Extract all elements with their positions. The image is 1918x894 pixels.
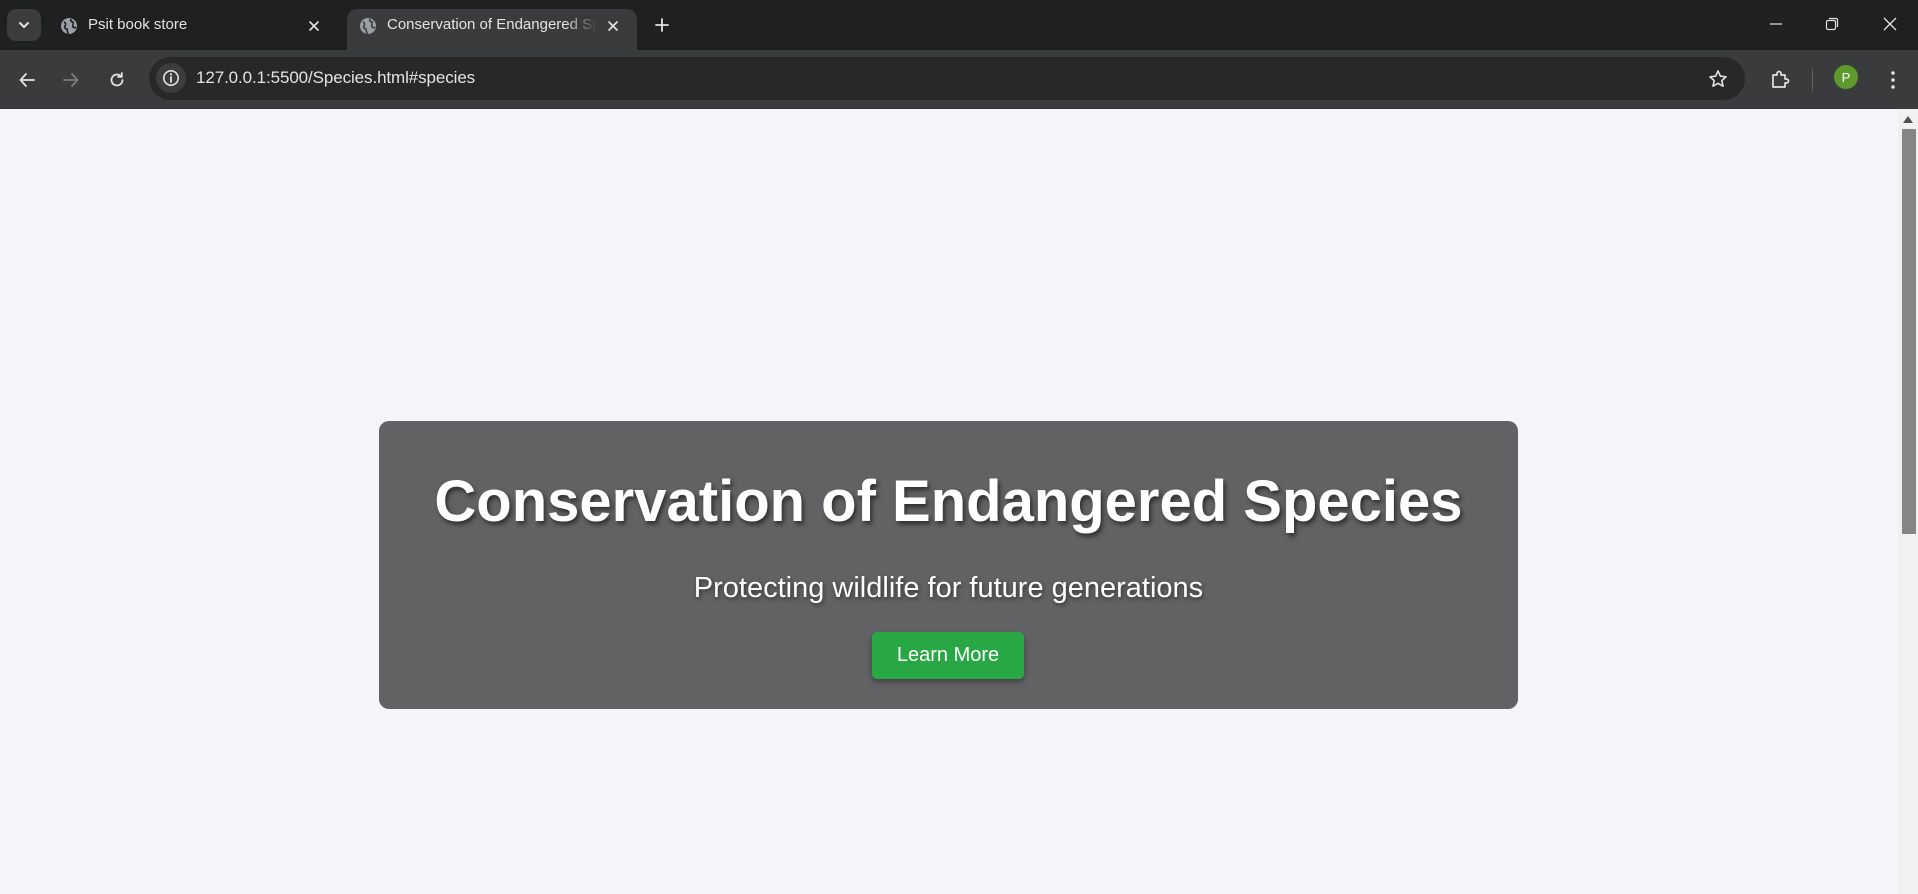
back-button[interactable]: [12, 65, 42, 95]
globe-icon: [61, 18, 77, 35]
minimize-button[interactable]: [1754, 6, 1798, 42]
tab-conservation[interactable]: Conservation of Endangered Species: [347, 9, 637, 50]
minimize-icon: [1770, 23, 1782, 25]
restore-icon: [1825, 17, 1839, 31]
arrow-left-icon: [19, 73, 35, 87]
extensions-button[interactable]: [1765, 65, 1795, 95]
menu-button[interactable]: [1878, 65, 1908, 95]
tab-strip: Psit book store Conservation of Endanger…: [0, 0, 1918, 50]
scroll-up-arrow[interactable]: [1898, 112, 1918, 126]
forward-button[interactable]: [56, 65, 86, 95]
tab-title: Psit book store: [88, 16, 188, 33]
bookmark-button[interactable]: [1707, 68, 1729, 90]
toolbar-divider: [1812, 69, 1813, 91]
url-text[interactable]: 127.0.0.1:5500/Species.html#species: [196, 68, 475, 88]
puzzle-icon: [1772, 70, 1790, 88]
learn-more-button[interactable]: Learn More: [872, 632, 1024, 679]
tab-title: Conservation of Endangered Species: [387, 16, 597, 33]
close-icon: [608, 21, 618, 31]
tab-search-button[interactable]: [7, 9, 41, 41]
restore-button[interactable]: [1810, 6, 1854, 42]
close-window-button[interactable]: [1868, 6, 1912, 42]
close-tab-button[interactable]: [603, 16, 623, 36]
chevron-down-icon: [19, 22, 29, 28]
reload-icon: [110, 72, 124, 87]
page-viewport: Conservation of Endangered Species Prote…: [0, 109, 1898, 894]
new-tab-button[interactable]: [650, 13, 674, 37]
scrollbar-thumb[interactable]: [1902, 129, 1916, 534]
hero-subtitle: Protecting wildlife for future generatio…: [693, 572, 1204, 604]
arrow-right-icon: [63, 73, 79, 87]
tab-psit-book-store[interactable]: Psit book store: [48, 9, 338, 50]
globe-icon: [360, 18, 376, 35]
vertical-scrollbar[interactable]: [1898, 109, 1918, 894]
triangle-up-icon: [1903, 115, 1913, 123]
close-tab-button[interactable]: [304, 16, 324, 36]
browser-toolbar: 127.0.0.1:5500/Species.html#species P: [0, 50, 1918, 109]
more-vert-icon: [1891, 71, 1895, 89]
close-icon: [309, 21, 319, 31]
plus-icon: [655, 18, 669, 32]
info-icon: [163, 70, 179, 86]
address-bar[interactable]: 127.0.0.1:5500/Species.html#species: [149, 57, 1745, 100]
hero-card: Conservation of Endangered Species Prote…: [379, 421, 1518, 709]
hero-title: Conservation of Endangered Species: [434, 469, 1463, 534]
profile-avatar[interactable]: P: [1834, 65, 1858, 89]
close-icon: [1883, 17, 1897, 31]
site-info-button[interactable]: [156, 63, 186, 93]
star-icon: [1709, 70, 1727, 87]
reload-button[interactable]: [102, 65, 132, 95]
